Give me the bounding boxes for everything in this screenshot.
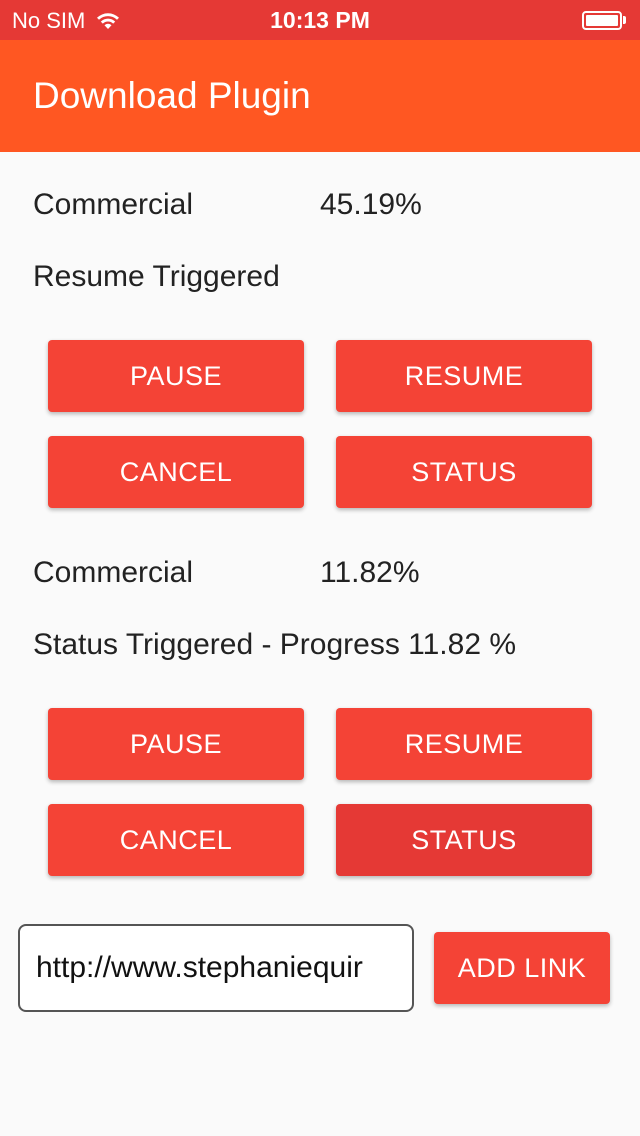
resume-button[interactable]: RESUME <box>336 340 592 412</box>
page-title: Download Plugin <box>33 75 311 116</box>
app-bar: Download Plugin <box>0 40 640 152</box>
status-time: 10:13 PM <box>270 7 370 33</box>
cancel-button[interactable]: CANCEL <box>48 804 304 876</box>
status-button[interactable]: STATUS <box>336 436 592 508</box>
status-bar: No SIM 10:13 PM <box>0 0 640 40</box>
url-input[interactable]: http://www.stephaniequir <box>18 924 414 1012</box>
battery-icon <box>582 11 622 30</box>
status-button[interactable]: STATUS <box>336 804 592 876</box>
download-message: Status Triggered - Progress 11.82 % <box>33 628 517 661</box>
battery-fill <box>586 15 618 26</box>
cancel-button[interactable]: CANCEL <box>48 436 304 508</box>
download-message: Resume Triggered <box>33 260 280 293</box>
resume-button[interactable]: RESUME <box>336 708 592 780</box>
add-link-button[interactable]: ADD LINK <box>434 932 610 1004</box>
download-name: Commercial <box>33 188 194 221</box>
pause-button[interactable]: PAUSE <box>48 340 304 412</box>
download-name: Commercial <box>33 556 194 589</box>
pause-button[interactable]: PAUSE <box>48 708 304 780</box>
download-progress: 45.19% <box>320 188 422 221</box>
download-progress: 11.82% <box>320 556 420 589</box>
battery-tip <box>623 16 626 24</box>
app-screen: No SIM 10:13 PM Download Plugin Commerci… <box>0 0 640 1136</box>
